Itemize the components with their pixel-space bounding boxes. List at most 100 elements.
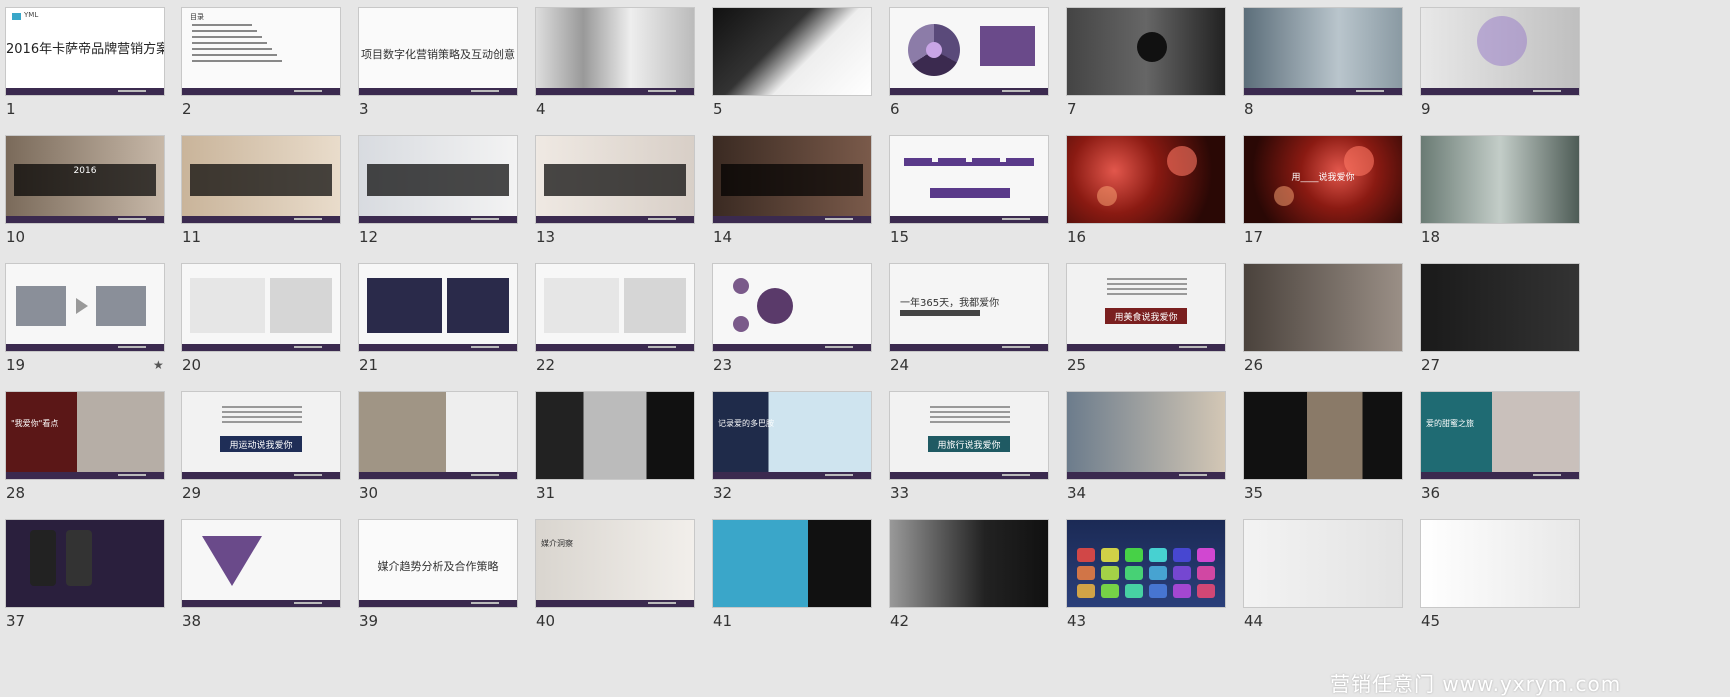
slide-thumbnail[interactable]: 11	[176, 128, 372, 258]
slide-thumbnail[interactable]: 7	[1061, 0, 1257, 130]
slide-preview[interactable]: 用旅行说我爱你	[889, 391, 1049, 480]
slide-preview[interactable]: 用美食说我爱你	[1066, 263, 1226, 352]
slide-thumbnail[interactable]: "我爱你"看点 28	[0, 384, 196, 514]
slide-title: 2016年卡萨帝品牌营销方案	[6, 42, 165, 57]
slide-number: 12	[359, 228, 379, 246]
slide-preview[interactable]	[535, 7, 695, 96]
slide-thumbnail[interactable]: 9	[1415, 0, 1611, 130]
slide-preview[interactable]: YML 2016年卡萨帝品牌营销方案	[5, 7, 165, 96]
slide-thumbnail[interactable]: 34	[1061, 384, 1257, 514]
slide-preview[interactable]	[889, 519, 1049, 608]
slide-preview[interactable]: 媒介趋势分析及合作策略	[358, 519, 518, 608]
slide-preview[interactable]	[1066, 391, 1226, 480]
slide-thumbnail[interactable]: 14	[707, 128, 903, 258]
slide-thumbnail[interactable]: 27	[1415, 256, 1611, 386]
slide-thumbnail[interactable]: 43	[1061, 512, 1257, 642]
slide-preview[interactable]	[1420, 519, 1580, 608]
slide-thumbnail[interactable]: 一年365天，我都爱你 24	[884, 256, 1080, 386]
slide-footer-bar	[6, 216, 164, 223]
slide-thumbnail[interactable]: 记录爱的多巴胺 32	[707, 384, 903, 514]
slide-thumbnail[interactable]: 4	[530, 0, 726, 130]
slide-thumbnail[interactable]: 38	[176, 512, 372, 642]
slide-preview[interactable]	[1066, 7, 1226, 96]
slide-preview[interactable]	[358, 135, 518, 224]
slide-preview[interactable]: "我爱你"看点	[5, 391, 165, 480]
slide-footer-bar	[713, 216, 871, 223]
slide-thumbnail[interactable]: 5	[707, 0, 903, 130]
slide-thumbnail[interactable]: 30	[353, 384, 549, 514]
slide-title: 一年365天，我都爱你	[900, 298, 1000, 309]
slide-thumbnail[interactable]: 媒介趋势分析及合作策略 39	[353, 512, 549, 642]
slide-thumbnail[interactable]: 8	[1238, 0, 1434, 130]
slide-thumbnail[interactable]: 20	[176, 256, 372, 386]
slide-preview[interactable]	[358, 263, 518, 352]
slide-thumbnail[interactable]: 爱的甜蜜之旅 36	[1415, 384, 1611, 514]
slide-thumbnail[interactable]: 21	[353, 256, 549, 386]
slide-thumbnail[interactable]: 目录 2	[176, 0, 372, 130]
toc-header: 目录	[190, 13, 204, 21]
slide-preview[interactable]	[712, 7, 872, 96]
slide-preview[interactable]	[1420, 7, 1580, 96]
slide-preview[interactable]	[712, 263, 872, 352]
slide-thumbnail[interactable]: 项目数字化营销策略及互动创意 3	[353, 0, 549, 130]
slide-number: 37	[6, 612, 26, 630]
slide-preview[interactable]	[1243, 391, 1403, 480]
slide-thumbnail[interactable]: 用运动说我爱你 29	[176, 384, 372, 514]
slide-thumbnail[interactable]: 23	[707, 256, 903, 386]
slide-thumbnail[interactable]: 用旅行说我爱你 33	[884, 384, 1080, 514]
slide-preview[interactable]	[889, 7, 1049, 96]
slide-preview[interactable]: 爱的甜蜜之旅	[1420, 391, 1580, 480]
slide-preview[interactable]	[181, 135, 341, 224]
slide-preview[interactable]	[535, 391, 695, 480]
slide-preview[interactable]	[1243, 263, 1403, 352]
slide-thumbnail[interactable]: 18	[1415, 128, 1611, 258]
slide-preview[interactable]	[1243, 7, 1403, 96]
slide-thumbnail[interactable]: 41	[707, 512, 903, 642]
slide-preview[interactable]	[712, 519, 872, 608]
slide-preview[interactable]	[5, 263, 165, 352]
slide-number: 7	[1067, 100, 1077, 118]
slide-preview[interactable]: 用____说我爱你	[1243, 135, 1403, 224]
slide-thumbnail[interactable]: 26	[1238, 256, 1434, 386]
slide-thumbnail[interactable]: 22	[530, 256, 726, 386]
slide-preview[interactable]: 记录爱的多巴胺	[712, 391, 872, 480]
slide-preview[interactable]	[358, 391, 518, 480]
slide-preview[interactable]: 一年365天，我都爱你	[889, 263, 1049, 352]
slide-preview[interactable]	[712, 135, 872, 224]
slide-thumbnail[interactable]: 媒介洞察 40	[530, 512, 726, 642]
slide-preview[interactable]	[181, 519, 341, 608]
slide-preview[interactable]	[1066, 519, 1226, 608]
slide-thumbnail[interactable]: 12	[353, 128, 549, 258]
slide-preview[interactable]: 媒介洞察	[535, 519, 695, 608]
slide-preview[interactable]	[1420, 263, 1580, 352]
slide-thumbnail[interactable]: 15	[884, 128, 1080, 258]
slide-preview[interactable]	[1066, 135, 1226, 224]
slide-thumbnail[interactable]: 45	[1415, 512, 1611, 642]
slide-preview[interactable]: 目录	[181, 7, 341, 96]
slide-thumbnail[interactable]: 37	[0, 512, 196, 642]
slide-thumbnail[interactable]: YML 2016年卡萨帝品牌营销方案 1	[0, 0, 196, 130]
slide-footer-bar	[359, 88, 517, 95]
slide-thumbnail[interactable]: 6	[884, 0, 1080, 130]
slide-preview[interactable]	[181, 263, 341, 352]
slide-thumbnail[interactable]: 2016 10	[0, 128, 196, 258]
slide-preview[interactable]	[1243, 519, 1403, 608]
slide-preview[interactable]: 项目数字化营销策略及互动创意	[358, 7, 518, 96]
slide-thumbnail[interactable]: 13	[530, 128, 726, 258]
slide-thumbnail[interactable]: 31	[530, 384, 726, 514]
slide-thumbnail[interactable]: 16	[1061, 128, 1257, 258]
slide-preview[interactable]	[535, 263, 695, 352]
slide-preview[interactable]: 2016	[5, 135, 165, 224]
slide-title: 用____说我爱你	[1291, 173, 1355, 183]
slide-preview[interactable]	[535, 135, 695, 224]
slide-preview[interactable]	[5, 519, 165, 608]
slide-thumbnail[interactable]: 35	[1238, 384, 1434, 514]
slide-thumbnail[interactable]: 用美食说我爱你 25	[1061, 256, 1257, 386]
slide-thumbnail[interactable]: 19 ★	[0, 256, 196, 386]
slide-preview[interactable]	[1420, 135, 1580, 224]
slide-thumbnail[interactable]: 44	[1238, 512, 1434, 642]
slide-thumbnail[interactable]: 42	[884, 512, 1080, 642]
slide-preview[interactable]: 用运动说我爱你	[181, 391, 341, 480]
slide-preview[interactable]	[889, 135, 1049, 224]
slide-thumbnail[interactable]: 用____说我爱你 17	[1238, 128, 1434, 258]
